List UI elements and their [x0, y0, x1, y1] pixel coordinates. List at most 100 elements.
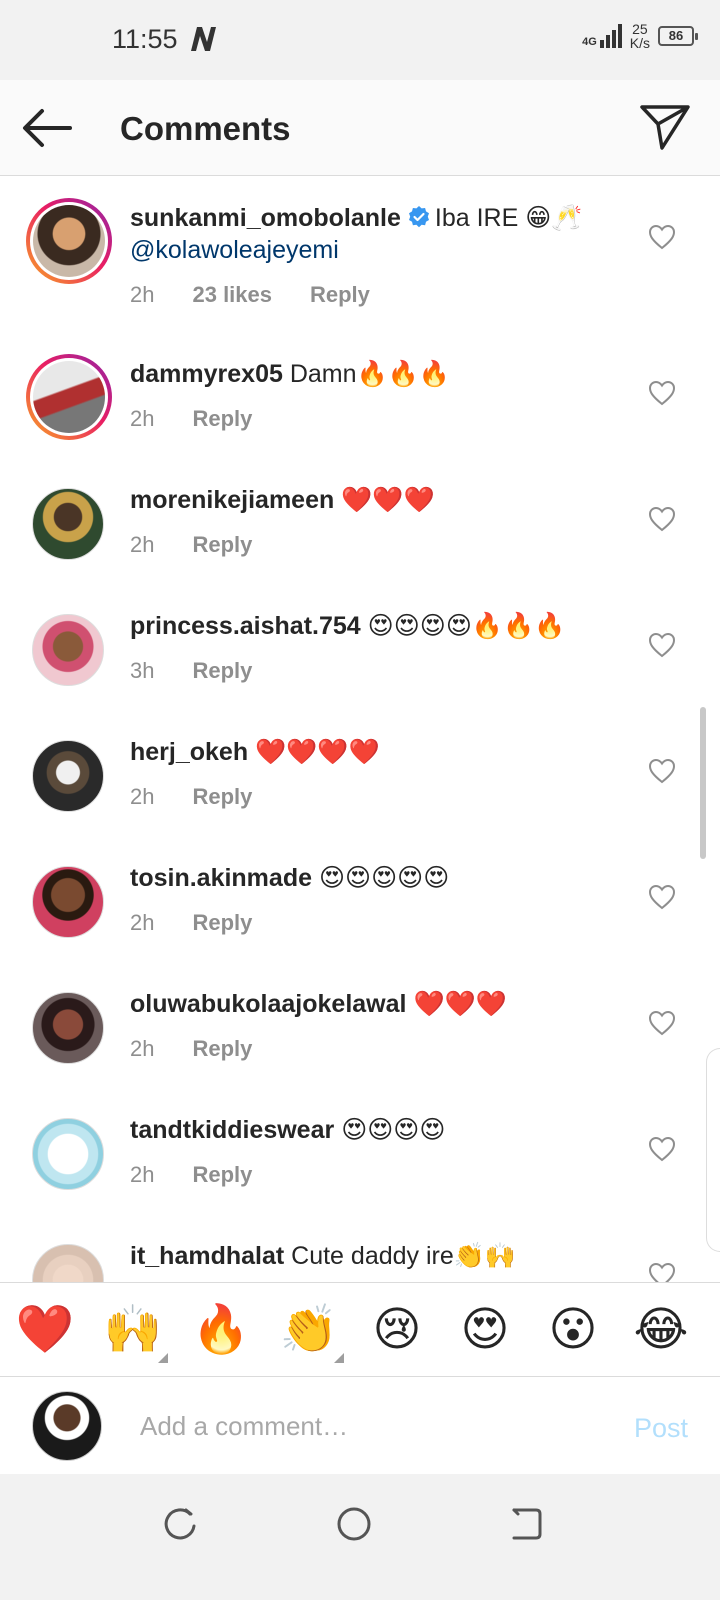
like-heart-icon[interactable]	[648, 224, 676, 250]
emoji-fire[interactable]: 🔥	[190, 1301, 252, 1357]
comment-username[interactable]: it_hamdhalat	[130, 1242, 284, 1270]
like-heart-icon[interactable]	[648, 632, 676, 658]
comment-username[interactable]: tandtkiddieswear	[130, 1116, 334, 1144]
comment-body: ❤️❤️❤️❤️	[255, 738, 380, 766]
like-heart-icon[interactable]	[648, 1136, 676, 1162]
avatar-story-ring[interactable]	[26, 198, 112, 284]
comment-username[interactable]: herj_okeh	[130, 738, 248, 766]
speed-value: 25	[632, 21, 648, 37]
emoji-tears-of-joy[interactable]: 😂	[630, 1301, 692, 1357]
like-heart-icon[interactable]	[648, 380, 676, 406]
back-nav-icon[interactable]	[506, 1504, 546, 1544]
reply-button[interactable]: Reply	[192, 406, 252, 432]
signal-icon	[599, 24, 622, 48]
reply-button[interactable]: Reply	[192, 1162, 252, 1188]
avatar	[33, 361, 105, 433]
comment-username[interactable]: oluwabukolaajokelawal	[130, 990, 406, 1018]
notification-n-icon	[191, 27, 216, 51]
comment-item: tosin.akinmade 😍😍😍😍😍 2h Reply	[0, 830, 720, 956]
comment-item: sunkanmi_omobolanle Iba IRE 😁🥂 @kolawolea…	[0, 176, 720, 326]
system-nav-bar	[0, 1474, 720, 1600]
mention-link[interactable]: @kolawoleajeyemi	[130, 236, 339, 264]
emoji-surprised-face[interactable]: 😮	[542, 1301, 604, 1357]
comment-username[interactable]: princess.aishat.754	[130, 612, 361, 640]
emoji-quick-bar: ❤️ 🙌 🔥 👏 😢 😍 😮 😂	[0, 1282, 720, 1376]
comment-body: ❤️❤️❤️	[413, 990, 507, 1018]
comment-meta: 2h Reply	[130, 532, 252, 558]
comment-time: 3h	[130, 658, 155, 683]
comment-time: 2h	[130, 282, 155, 307]
status-time: 11:55	[112, 24, 178, 54]
comment-meta: 2h 23 likes Reply	[130, 282, 370, 308]
network-type: 4G	[582, 36, 597, 48]
comment-body: 😍😍😍😍	[341, 1116, 446, 1144]
comment-item: oluwabukolaajokelawal ❤️❤️❤️ 2h Reply	[0, 956, 720, 1082]
comment-item: morenikejiameen ❤️❤️❤️ 2h Reply	[0, 452, 720, 578]
battery-icon: 86	[658, 26, 698, 46]
comments-list[interactable]: sunkanmi_omobolanle Iba IRE 😁🥂 @kolawolea…	[0, 176, 720, 1306]
comment-body: Iba IRE 😁🥂	[434, 204, 583, 232]
comment-text: sunkanmi_omobolanle Iba IRE 😁🥂 @kolawolea…	[130, 202, 630, 266]
scrollbar-thumb[interactable]	[700, 707, 706, 859]
emoji-clapping-hands[interactable]: 👏	[278, 1301, 340, 1357]
comment-item: princess.aishat.754 😍😍😍😍🔥🔥🔥 3h Reply	[0, 578, 720, 704]
like-heart-icon[interactable]	[648, 506, 676, 532]
reply-button[interactable]: Reply	[192, 658, 252, 684]
like-heart-icon[interactable]	[648, 758, 676, 784]
comment-time: 2h	[130, 406, 155, 431]
comment-username[interactable]: sunkanmi_omobolanle	[130, 204, 401, 232]
avatar[interactable]	[32, 1118, 104, 1190]
comment-text: oluwabukolaajokelawal ❤️❤️❤️	[130, 988, 630, 1020]
avatar[interactable]	[32, 614, 104, 686]
app-header: Comments	[0, 80, 720, 176]
reply-button[interactable]: Reply	[192, 784, 252, 810]
comment-username[interactable]: morenikejiameen	[130, 486, 334, 514]
comment-time: 2h	[130, 784, 155, 809]
comment-time: 2h	[130, 532, 155, 557]
comment-time: 2h	[130, 1036, 155, 1061]
reply-button[interactable]: Reply	[192, 910, 252, 936]
comment-username[interactable]: tosin.akinmade	[130, 864, 312, 892]
comment-item: dammyrex05 Damn🔥🔥🔥 2h Reply	[0, 326, 720, 452]
edge-panel-handle[interactable]	[706, 1048, 720, 1252]
comment-text: herj_okeh ❤️❤️❤️❤️	[130, 736, 630, 768]
post-button[interactable]: Post	[634, 1413, 688, 1444]
comment-likes[interactable]: 23 likes	[192, 282, 272, 308]
emoji-crying-face[interactable]: 😢	[366, 1301, 428, 1357]
comment-meta: 2h Reply	[130, 1162, 252, 1188]
skin-tone-indicator	[158, 1353, 168, 1363]
like-heart-icon[interactable]	[648, 884, 676, 910]
back-arrow-icon[interactable]	[20, 106, 74, 150]
avatar[interactable]	[32, 488, 104, 560]
reply-button[interactable]: Reply	[192, 532, 252, 558]
comment-text: princess.aishat.754 😍😍😍😍🔥🔥🔥	[130, 610, 630, 642]
direct-share-icon[interactable]	[638, 102, 692, 152]
avatar[interactable]	[32, 740, 104, 812]
comment-time: 2h	[130, 1162, 155, 1187]
status-indicators: 4G 25 K/s 86	[582, 21, 698, 51]
status-bar: 11:55 4G 25 K/s 86	[0, 0, 720, 80]
comment-input[interactable]	[140, 1405, 580, 1447]
comment-text: tandtkiddieswear 😍😍😍😍	[130, 1114, 630, 1146]
emoji-heart[interactable]: ❤️	[14, 1301, 76, 1357]
like-heart-icon[interactable]	[648, 1010, 676, 1036]
comment-body: ❤️❤️❤️	[341, 486, 435, 514]
emoji-raised-hands[interactable]: 🙌	[102, 1301, 164, 1357]
comment-meta: 2h Reply	[130, 910, 252, 936]
reply-button[interactable]: Reply	[310, 282, 370, 308]
avatar-story-ring[interactable]	[26, 354, 112, 440]
comment-body: 😍😍😍😍😍	[318, 864, 450, 892]
avatar[interactable]	[32, 866, 104, 938]
recents-icon[interactable]	[160, 1504, 200, 1544]
comment-text: it_hamdhalat Cute daddy ire👏🙌	[130, 1240, 630, 1272]
reply-button[interactable]: Reply	[192, 1036, 252, 1062]
skin-tone-indicator	[334, 1353, 344, 1363]
comment-time: 2h	[130, 910, 155, 935]
comment-username[interactable]: dammyrex05	[130, 360, 283, 388]
avatar[interactable]	[32, 992, 104, 1064]
my-avatar	[32, 1391, 102, 1461]
home-icon[interactable]	[334, 1504, 374, 1544]
emoji-heart-eyes[interactable]: 😍	[454, 1301, 516, 1357]
signal-group: 4G	[582, 24, 622, 48]
speed-unit: K/s	[629, 35, 650, 51]
